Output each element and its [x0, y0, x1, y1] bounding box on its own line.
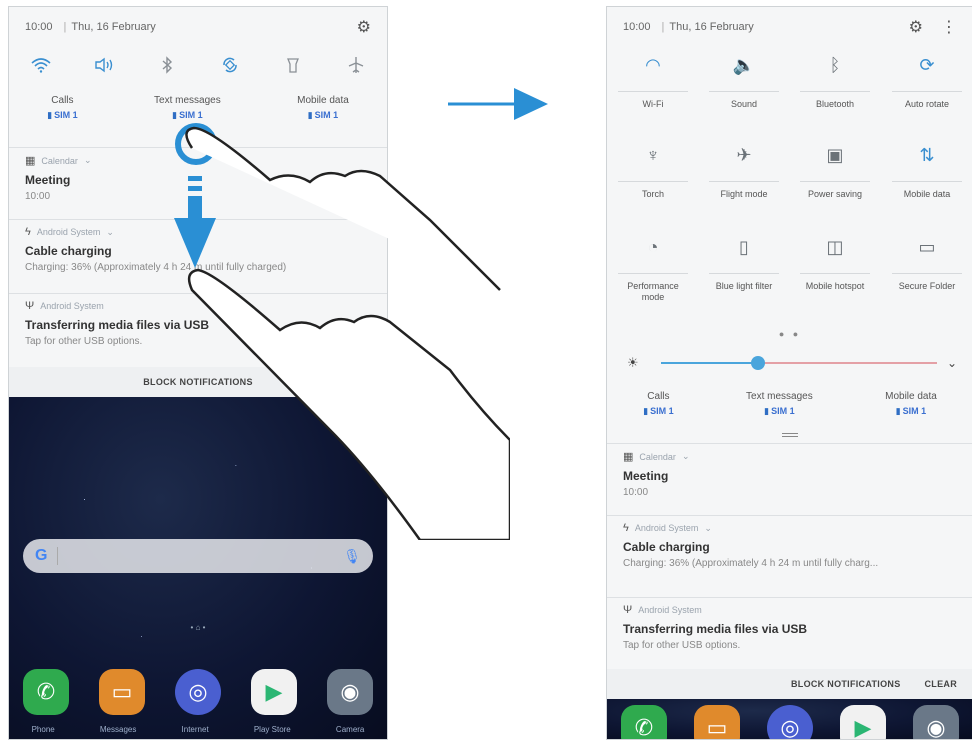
status-bar: 10:00 | Thu, 16 February ⚙ [25, 17, 371, 37]
tile-label: Blue light filter [715, 281, 773, 291]
usb-icon: Ψ [25, 300, 35, 312]
messages-app-icon[interactable]: ▭ [694, 705, 740, 739]
notification-calendar[interactable]: ▦ Calendar ⌄ Meeting 10:00 [607, 443, 972, 515]
internet-app-icon[interactable]: ◎ [767, 705, 813, 739]
messages-app-icon[interactable]: ▭ [99, 669, 145, 715]
bolt-icon: ϟ [25, 226, 31, 238]
more-options-icon[interactable]: ⋮ [941, 17, 957, 37]
sound-icon[interactable] [88, 51, 120, 79]
clear-button[interactable]: CLEAR [925, 679, 958, 689]
upper-hand-outline [185, 126, 501, 291]
mobile-data-icon[interactable]: ⇅ [911, 141, 943, 169]
sim-preferences-row: Calls SIM 1 Text messages SIM 1 Mobile d… [607, 391, 972, 417]
quick-settings-row [9, 51, 387, 79]
chevron-down-icon[interactable]: ⌄ [682, 451, 690, 462]
google-logo-icon: G [35, 547, 48, 564]
notification-usb[interactable]: Ψ Android System Transferring media files… [607, 597, 972, 669]
tile-label: Sound [730, 99, 758, 109]
notification-cable-charging[interactable]: ϟ Android System ⌄ Cable charging Charging… [607, 515, 972, 597]
airplane-icon[interactable]: ✈ [728, 141, 760, 169]
page-indicator: • ⌂ • [190, 623, 206, 632]
notification-footer: BLOCK NOTIFICATIONS CLEAR [607, 669, 972, 699]
google-search-bar[interactable]: G 🎙 [23, 539, 373, 573]
calendar-icon: ▦ [25, 155, 36, 167]
bluetooth-icon[interactable] [151, 51, 183, 79]
power-saving-icon[interactable]: ▣ [819, 141, 851, 169]
tile-label: Secure Folder [898, 281, 956, 291]
play-store-app-icon[interactable]: ▶ [840, 705, 886, 739]
performance-mode-icon[interactable]: ◔ [637, 233, 669, 261]
tile-label: Wi-Fi [642, 99, 664, 109]
blue-light-filter-icon[interactable]: ▯ [728, 233, 760, 261]
sound-icon[interactable]: 🔈 [728, 51, 760, 79]
panel-drag-handle[interactable] [782, 433, 798, 437]
right-phone-screen: 10:00 | Thu, 16 February ⚙ ⋮ ◠ Wi-Fi 🔈 Soun… [606, 6, 972, 740]
torch-icon[interactable] [277, 51, 309, 79]
brightness-thumb[interactable] [750, 356, 765, 370]
app-dock: ✆ ▭ ◎ ▶ ◉ [621, 705, 959, 739]
settings-gear-icon[interactable]: ⚙ [357, 17, 371, 37]
status-bar: 10:00 | Thu, 16 February ⚙ ⋮ [623, 17, 957, 37]
sim-calls[interactable]: Calls SIM 1 [47, 95, 77, 121]
chevron-down-icon[interactable]: ⌄ [106, 227, 114, 238]
page-indicator: ● ● [778, 329, 802, 339]
camera-app-icon[interactable]: ◉ [913, 705, 959, 739]
phone-app-icon[interactable]: ✆ [621, 705, 667, 739]
sim-mobile-data[interactable]: Mobile data SIM 1 [885, 391, 937, 417]
chevron-down-icon[interactable]: ⌄ [84, 155, 92, 166]
swipe-down-gesture-illustration [174, 123, 510, 540]
sim-text-messages[interactable]: Text messages SIM 1 [746, 391, 813, 417]
auto-rotate-icon[interactable] [214, 51, 246, 79]
lower-hand-outline [187, 268, 510, 540]
wifi-icon[interactable] [25, 51, 57, 79]
phone-app-icon[interactable]: ✆ [23, 669, 69, 715]
usb-icon: Ψ [623, 604, 633, 616]
play-store-app-icon[interactable]: ▶ [251, 669, 297, 715]
airplane-icon[interactable] [340, 51, 372, 79]
chevron-down-icon[interactable]: ⌄ [947, 356, 957, 370]
auto-rotate-icon[interactable]: ⟳ [911, 51, 943, 79]
app-dock: ✆ ▭ ◎ ▶ ◉ [23, 669, 373, 715]
dock-labels: Phone Messages Internet Play Store Camer… [31, 725, 365, 734]
tile-label: Bluetooth [815, 99, 855, 109]
tile-label: Torch [641, 189, 664, 199]
status-date: Thu, 16 February [71, 21, 156, 33]
tile-label: Performance mode [627, 281, 679, 302]
secure-folder-icon[interactable]: ▭ [911, 233, 943, 261]
tile-label: Mobile data [903, 189, 951, 199]
arrow-down-icon [174, 218, 216, 268]
tile-label: Auto rotate [904, 99, 950, 109]
brightness-slider[interactable]: ☀ ⌄ [627, 353, 957, 373]
camera-app-icon[interactable]: ◉ [327, 669, 373, 715]
home-screen-peek: ✆ ▭ ◎ ▶ ◉ [607, 699, 972, 739]
wifi-icon[interactable]: ◠ [637, 51, 669, 79]
bolt-icon: ϟ [623, 522, 629, 534]
torch-icon[interactable]: ♆ [637, 141, 669, 169]
transition-arrow-icon [448, 88, 548, 120]
tile-label: Mobile hotspot [805, 281, 865, 291]
status-time: 10:00 [623, 21, 651, 33]
calendar-icon: ▦ [623, 451, 634, 463]
tile-label: Power saving [807, 189, 863, 199]
block-notifications-button[interactable]: BLOCK NOTIFICATIONS [791, 679, 901, 689]
brightness-icon: ☀ [627, 355, 639, 370]
sim-calls[interactable]: Calls SIM 1 [643, 391, 673, 417]
status-date: Thu, 16 February [669, 21, 754, 33]
mic-icon[interactable]: 🎙 [343, 548, 361, 565]
chevron-down-icon[interactable]: ⌄ [704, 523, 712, 534]
internet-app-icon[interactable]: ◎ [175, 669, 221, 715]
bluetooth-icon[interactable]: ᛒ [819, 51, 851, 79]
tile-label: Flight mode [720, 189, 768, 199]
settings-gear-icon[interactable]: ⚙ [909, 17, 923, 37]
status-time: 10:00 [25, 21, 53, 33]
mobile-hotspot-icon[interactable]: ◫ [819, 233, 851, 261]
